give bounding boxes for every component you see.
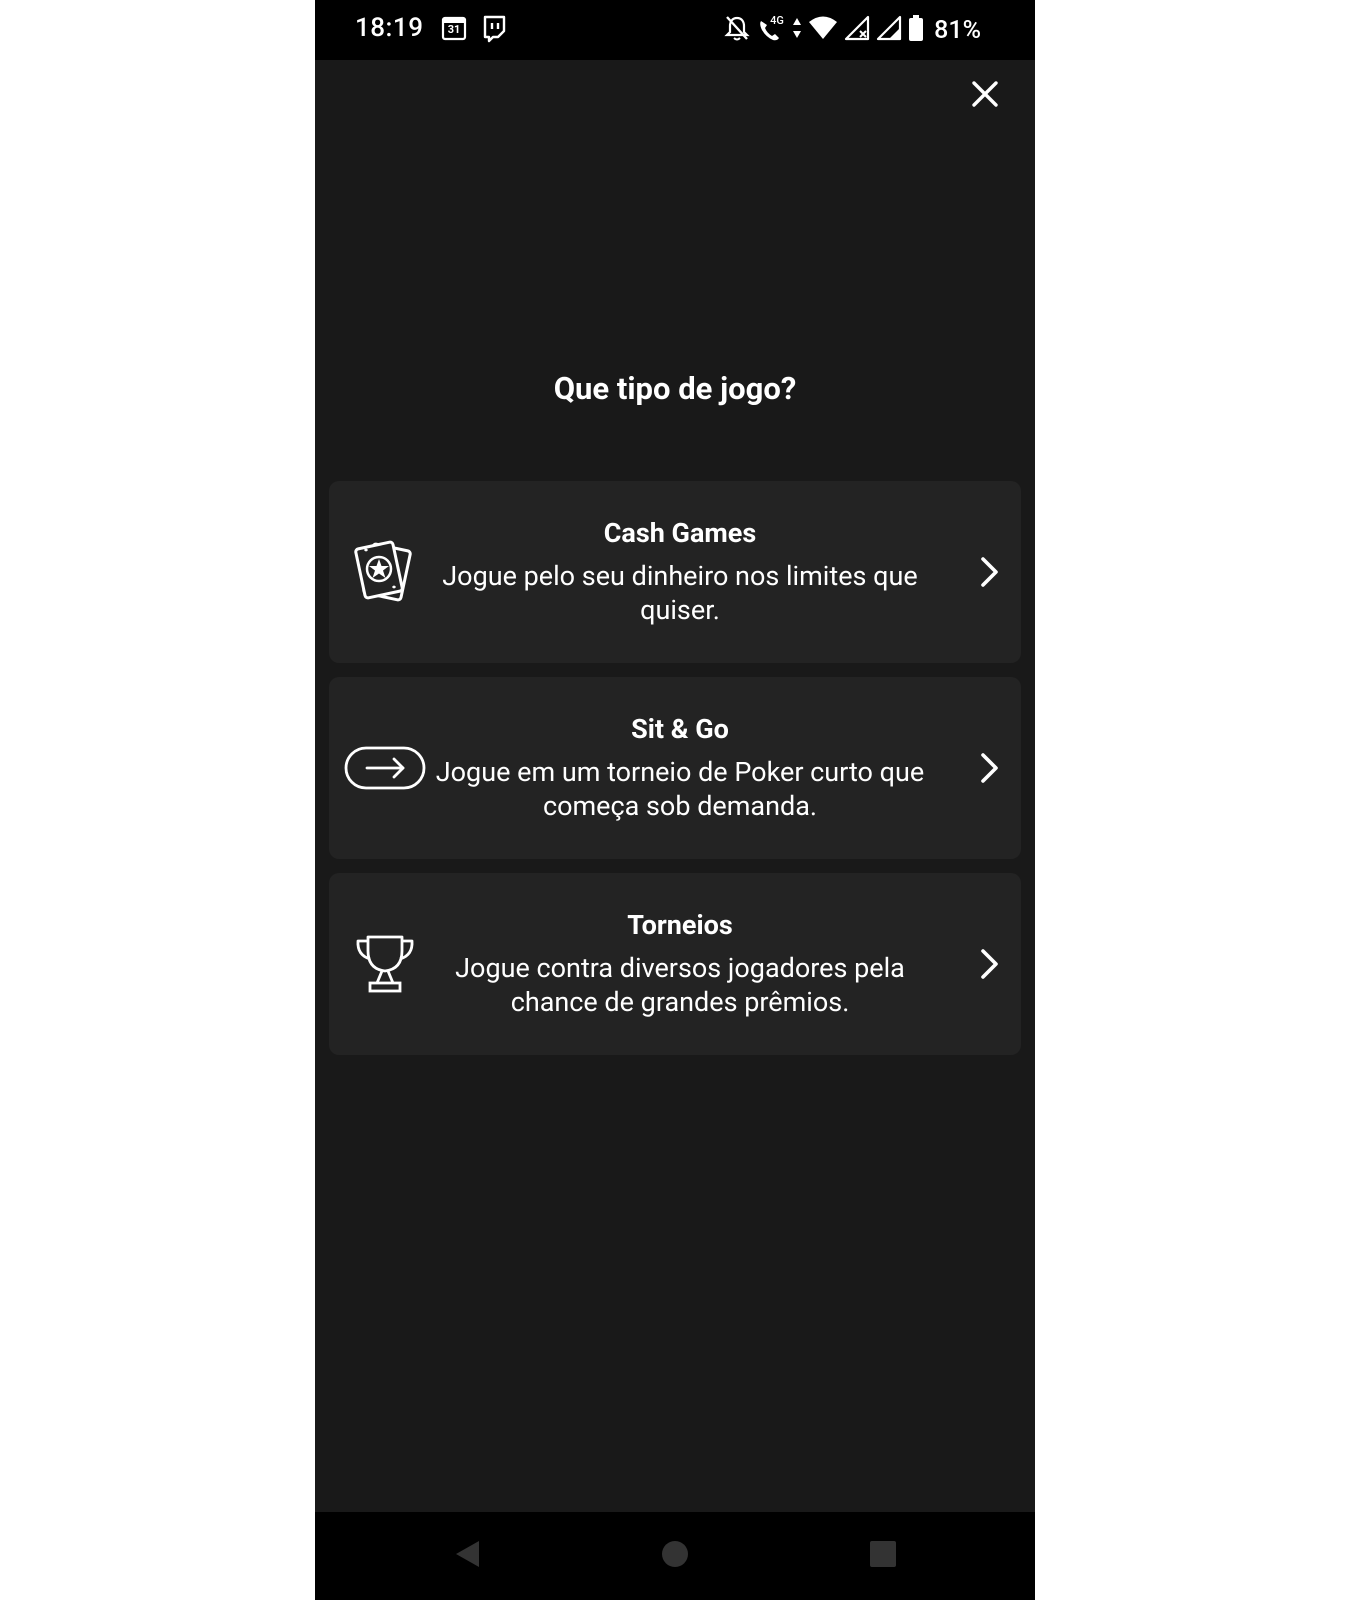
battery-percentage: 81% xyxy=(934,15,981,45)
back-button[interactable] xyxy=(445,1534,489,1578)
chevron-right-icon xyxy=(975,552,1005,592)
navigation-bar xyxy=(315,1512,1035,1600)
home-button[interactable] xyxy=(653,1534,697,1578)
card-title: Sit & Go xyxy=(631,713,729,745)
recents-square-icon xyxy=(868,1539,898,1573)
back-triangle-icon xyxy=(452,1538,482,1574)
calendar-day: 31 xyxy=(447,23,461,36)
twitch-icon xyxy=(481,15,507,47)
card-text: Sit & Go Jogue em um torneio de Poker cu… xyxy=(429,677,931,859)
system-status-icons: 4G 81% xyxy=(724,14,981,46)
card-text: Torneios Jogue contra diversos jogadores… xyxy=(429,873,931,1055)
option-card-sit-and-go[interactable]: Sit & Go Jogue em um torneio de Poker cu… xyxy=(329,677,1021,859)
close-icon xyxy=(970,79,1000,113)
notifications-off-icon xyxy=(724,14,750,46)
card-description: Jogue em um torneio de Poker curto que c… xyxy=(435,756,925,822)
chevron-right-icon xyxy=(975,748,1005,788)
card-description: Jogue contra diversos jogadores pela cha… xyxy=(455,952,905,1018)
trophy-icon xyxy=(343,922,427,1006)
page-title: Que tipo de jogo? xyxy=(553,370,797,407)
wifi-calling-icon: 4G xyxy=(756,14,786,44)
option-card-torneios[interactable]: Torneios Jogue contra diversos jogadores… xyxy=(329,873,1021,1055)
battery-icon xyxy=(908,14,924,46)
wifi-icon xyxy=(808,15,838,45)
network-type: 4G xyxy=(770,14,784,27)
card-title: Torneios xyxy=(627,909,733,941)
home-circle-icon xyxy=(660,1539,690,1573)
arrow-in-pill-icon xyxy=(343,726,427,810)
playing-cards-icon xyxy=(343,530,427,614)
signal-icon xyxy=(844,15,870,45)
recents-button[interactable] xyxy=(861,1534,905,1578)
notification-icons: 31 xyxy=(441,15,507,47)
card-text: Cash Games Jogue pelo seu dinheiro nos l… xyxy=(429,481,931,663)
app-screen: 18:19 31 4G 81% Que tipo de jogo? Cash G… xyxy=(315,0,1035,1600)
status-time: 18:19 xyxy=(355,13,424,43)
status-bar: 18:19 31 4G 81% xyxy=(315,0,1035,60)
close-button[interactable] xyxy=(965,76,1005,116)
card-title: Cash Games xyxy=(603,517,757,549)
card-description: Jogue pelo seu dinheiro nos limites que … xyxy=(442,560,918,626)
signal-icon-2 xyxy=(876,15,902,45)
chevron-right-icon xyxy=(975,944,1005,984)
data-activity-icon xyxy=(792,15,802,45)
calendar-icon: 31 xyxy=(441,15,467,41)
option-card-cash-games[interactable]: Cash Games Jogue pelo seu dinheiro nos l… xyxy=(329,481,1021,663)
